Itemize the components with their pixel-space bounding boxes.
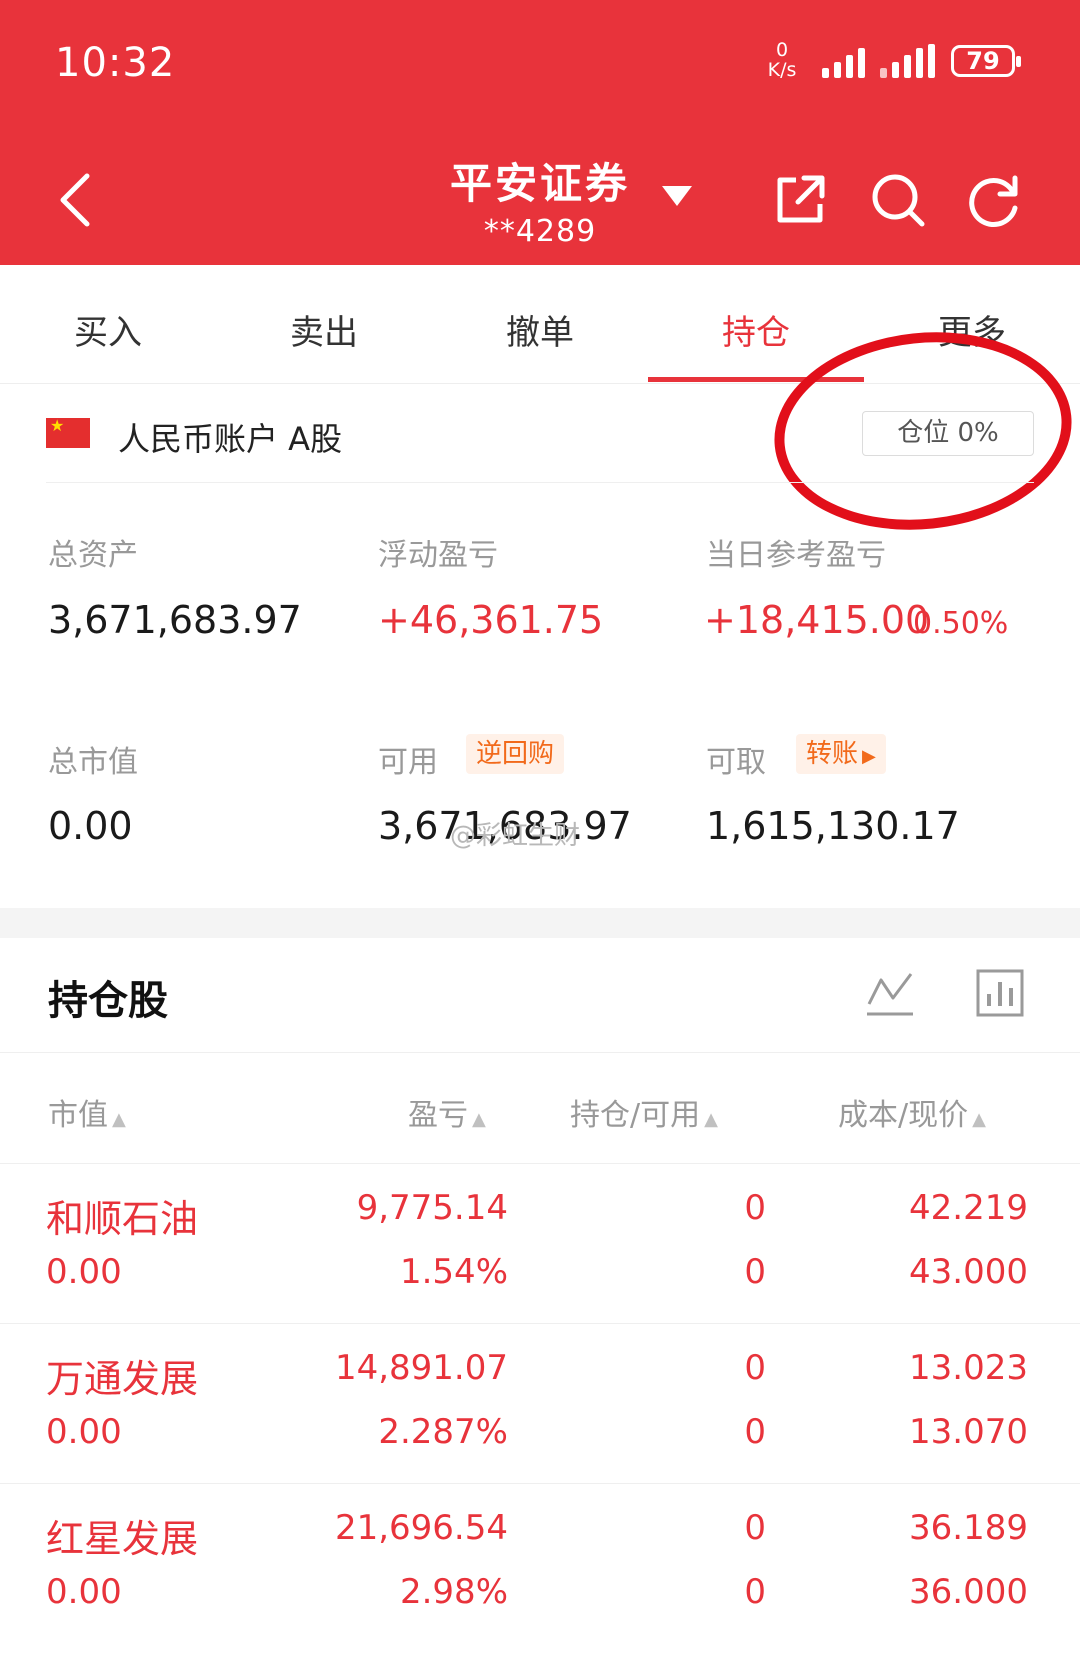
stock-name: 万通发展	[46, 1357, 199, 1401]
holdings-title: 持仓股	[48, 978, 168, 1024]
net-speed-value: 0	[775, 39, 789, 61]
column-cost-price[interactable]: 成本/现价 ▲	[838, 1090, 986, 1134]
sort-icon: ▲	[112, 1109, 126, 1130]
stock-hold: 0	[744, 1188, 766, 1228]
total-assets-value: 3,671,683.97	[48, 598, 302, 642]
table-row[interactable]: 红星发展 0.00 21,696.54 2.98% 0 0 36.189 36.…	[0, 1484, 1080, 1644]
today-pl-pct: 0.50%	[913, 606, 1009, 641]
account-name[interactable]: 人民币账户 A股	[118, 414, 342, 460]
table-row[interactable]: 和顺石油 0.00 9,775.14 1.54% 0 0 42.219 43.0…	[0, 1164, 1080, 1324]
total-assets-label: 总资产	[48, 538, 138, 573]
position-badge: 仓位 0%	[862, 411, 1034, 456]
stock-cost: 36.189	[909, 1508, 1028, 1548]
tab-holdings[interactable]: 持仓	[648, 305, 864, 354]
column-hold[interactable]: 持仓/可用 ▲	[570, 1090, 718, 1134]
tab-sell[interactable]: 卖出	[216, 305, 432, 354]
sort-icon: ▲	[472, 1109, 486, 1130]
stock-avail: 0	[744, 1412, 766, 1452]
net-speed: 0 K/s	[762, 40, 802, 80]
stock-pl: 21,696.54	[334, 1508, 508, 1548]
divider	[0, 1052, 1080, 1053]
trade-tabs: 买入 卖出 撤单 持仓 更多	[0, 265, 1080, 384]
stock-market-value: 0.00	[46, 1252, 122, 1292]
withdrawable-label: 可取	[706, 745, 766, 780]
today-pl-value: +18,415.00	[704, 598, 930, 642]
sort-icon: ▲	[972, 1109, 986, 1130]
broker-name[interactable]: 平安证券	[440, 150, 640, 211]
stock-pl-pct: 2.287%	[378, 1412, 508, 1452]
stock-name: 和顺石油	[46, 1197, 199, 1241]
stock-market-value: 0.00	[46, 1412, 122, 1452]
table-row[interactable]: 万通发展 0.00 14,891.07 2.287% 0 0 13.023 13…	[0, 1324, 1080, 1484]
stock-pl: 9,775.14	[356, 1188, 508, 1228]
reverse-repo-button[interactable]: 逆回购	[466, 734, 565, 774]
stock-pl: 14,891.07	[334, 1348, 508, 1388]
back-icon[interactable]	[55, 170, 95, 230]
column-market-value[interactable]: 市值 ▲	[48, 1090, 126, 1134]
divider	[46, 482, 1034, 483]
today-pl-label: 当日参考盈亏	[706, 538, 886, 573]
app-header: 10:32 0 K/s 79 平安证券 **4289	[0, 0, 1080, 265]
column-label: 盈亏	[408, 1098, 468, 1133]
active-tab-indicator	[648, 377, 864, 382]
floating-pl-value: +46,361.75	[378, 598, 604, 642]
line-chart-icon[interactable]	[865, 968, 915, 1018]
stock-price: 43.000	[909, 1252, 1028, 1292]
floating-pl-label: 浮动盈亏	[378, 538, 498, 573]
account-number[interactable]: **4289	[440, 214, 640, 249]
stock-hold: 0	[744, 1508, 766, 1548]
share-icon[interactable]	[770, 170, 830, 230]
stock-market-value: 0.00	[46, 1572, 122, 1612]
column-pl[interactable]: 盈亏 ▲	[408, 1090, 486, 1134]
tab-buy[interactable]: 买入	[0, 305, 216, 354]
transfer-button[interactable]: 转账 ▶	[796, 734, 886, 774]
stock-price: 36.000	[909, 1572, 1028, 1612]
refresh-icon[interactable]	[965, 170, 1025, 230]
market-value-value: 0.00	[48, 804, 133, 848]
play-arrow-icon: ▶	[862, 746, 876, 767]
battery-icon: 79	[951, 45, 1021, 77]
section-gap	[0, 908, 1080, 938]
dropdown-icon[interactable]	[662, 186, 692, 206]
bar-chart-icon[interactable]	[975, 968, 1025, 1018]
net-speed-unit: K/s	[767, 59, 797, 81]
column-label: 成本/现价	[838, 1098, 969, 1133]
tab-more[interactable]: 更多	[864, 305, 1080, 354]
search-icon[interactable]	[868, 170, 928, 230]
stock-name: 红星发展	[46, 1517, 199, 1561]
china-flag-icon	[46, 416, 90, 448]
column-label: 持仓/可用	[570, 1098, 701, 1133]
stock-cost: 42.219	[909, 1188, 1028, 1228]
signal-icon-2	[880, 44, 935, 78]
stock-pl-pct: 2.98%	[399, 1572, 508, 1612]
stock-hold: 0	[744, 1348, 766, 1388]
stock-price: 13.070	[909, 1412, 1028, 1452]
market-value-label: 总市值	[48, 745, 138, 780]
available-label: 可用	[378, 745, 438, 780]
signal-icon	[822, 44, 865, 78]
stock-pl-pct: 1.54%	[399, 1252, 508, 1292]
tab-cancel[interactable]: 撤单	[432, 305, 648, 354]
watermark: @彩虹生财	[450, 821, 581, 851]
stock-cost: 13.023	[909, 1348, 1028, 1388]
status-time: 10:32	[55, 40, 176, 86]
stock-avail: 0	[744, 1572, 766, 1612]
stock-avail: 0	[744, 1252, 766, 1292]
sort-icon: ▲	[704, 1109, 718, 1130]
column-label: 市值	[48, 1098, 108, 1133]
transfer-label: 转账	[806, 739, 859, 769]
withdrawable-value: 1,615,130.17	[706, 804, 960, 848]
